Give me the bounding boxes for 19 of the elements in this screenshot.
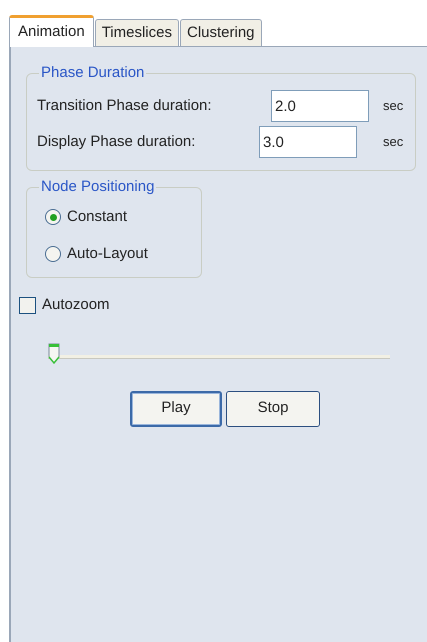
action-button[interactable]: Play: [130, 390, 222, 426]
unit-label: sec: [383, 97, 404, 116]
tab[interactable]: Clustering: [180, 19, 262, 46]
radio-option[interactable]: Auto-Layout: [45, 242, 201, 265]
checkbox-option[interactable]: Autozoom: [19, 294, 110, 316]
tab[interactable]: Animation: [9, 15, 94, 47]
radio-button[interactable]: [45, 209, 61, 226]
radio-button[interactable]: [45, 246, 61, 262]
slider[interactable]: [48, 342, 390, 366]
checkbox[interactable]: [19, 296, 36, 314]
tab[interactable]: Timeslices: [94, 19, 179, 46]
slider-thumb[interactable]: [48, 342, 60, 366]
radio-option[interactable]: Constant: [45, 206, 201, 228]
unit-label: sec: [383, 133, 404, 152]
input-field[interactable]: 3.0: [259, 126, 357, 158]
action-button[interactable]: Stop: [226, 390, 320, 426]
field-label: Display Phase duration:: [37, 132, 196, 152]
field-label: Transition Phase duration:: [37, 96, 213, 116]
input-field[interactable]: 2.0: [271, 90, 369, 122]
